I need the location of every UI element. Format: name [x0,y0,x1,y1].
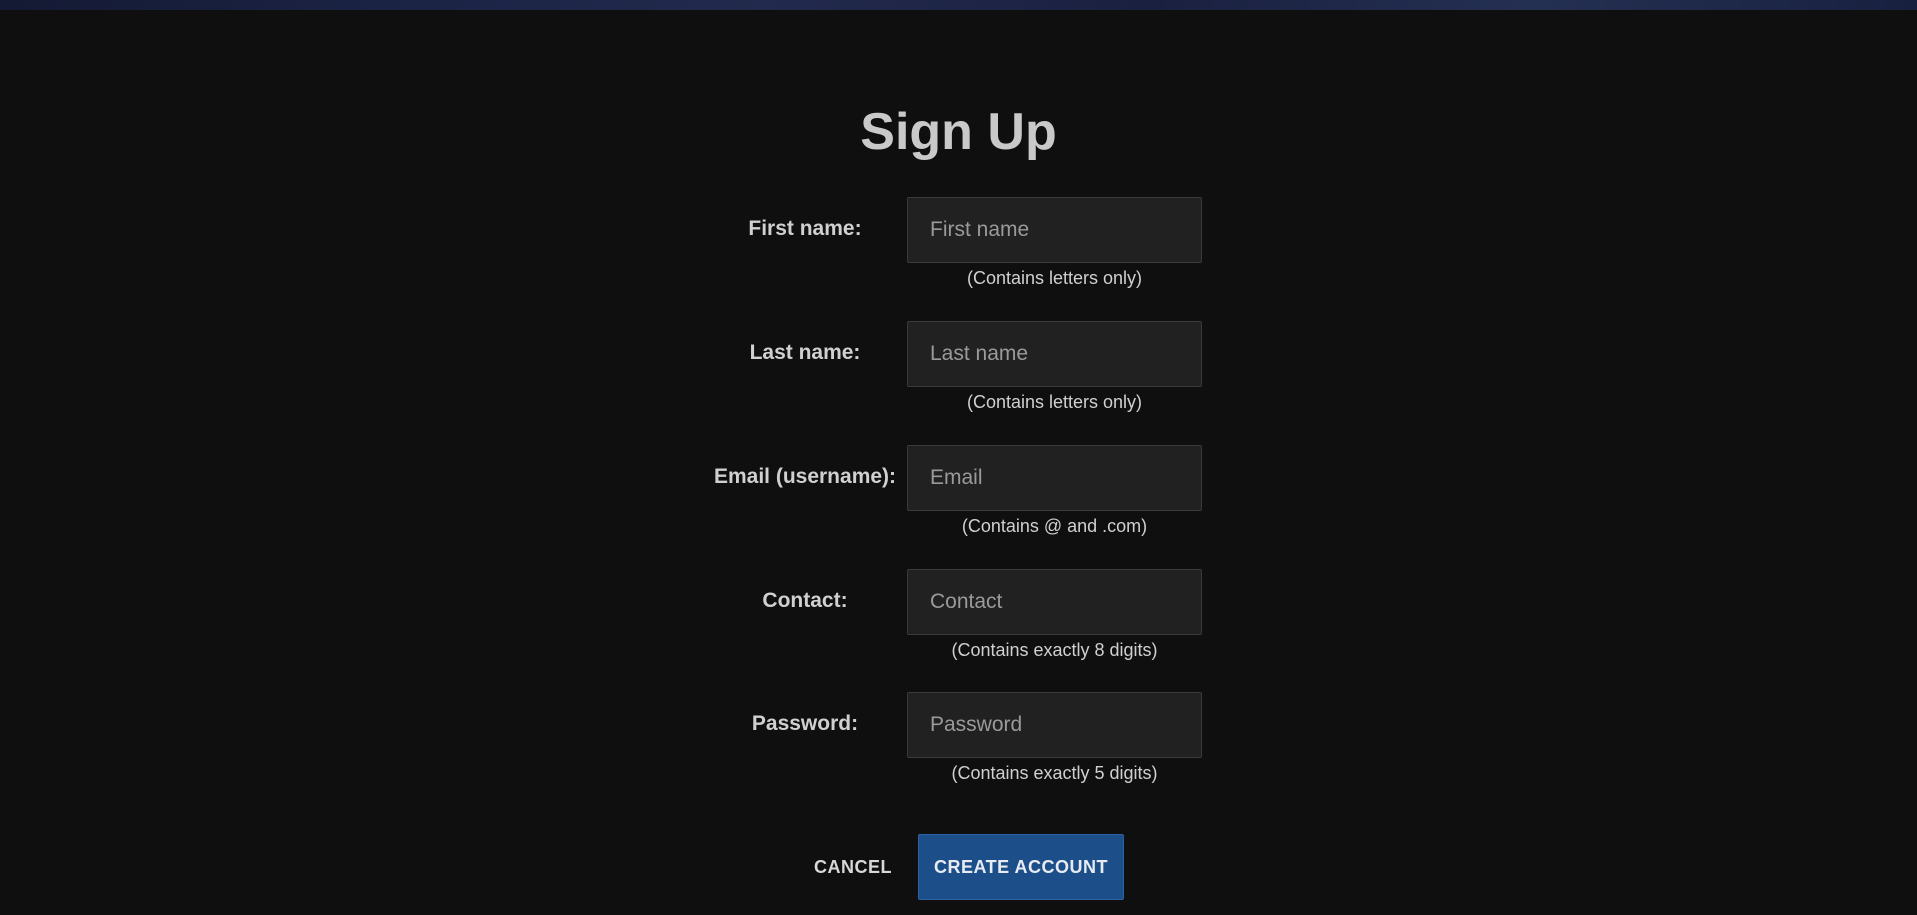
page-title: Sign Up [860,103,1057,161]
password-label: Password: [751,712,859,735]
first-name-label: First name: [748,217,862,240]
contact-label: Contact: [762,589,848,612]
first-name-input[interactable] [907,197,1202,263]
contact-row: Contact: (Contains exactly 8 digits) [0,559,1917,684]
password-hint: (Contains exactly 5 digits) [951,763,1158,783]
first-name-hint: (Contains letters only) [966,268,1143,288]
first-name-row: First name: (Contains letters only) [0,187,1917,312]
contact-hint: (Contains exactly 8 digits) [951,640,1158,660]
background-image-strip [0,0,1917,10]
password-row: Password: (Contains exactly 5 digits) [0,682,1917,807]
last-name-label: Last name: [749,341,861,364]
cancel-button[interactable]: CANCEL [798,834,908,900]
email-row: Email (username): (Contains @ and .com) [0,435,1917,560]
last-name-input[interactable] [907,321,1202,387]
last-name-row: Last name: (Contains letters only) [0,311,1917,436]
email-hint: (Contains @ and .com) [961,516,1148,536]
contact-input[interactable] [907,569,1202,635]
last-name-hint: (Contains letters only) [966,392,1143,412]
signup-page: Sign Up First name: (Contains letters on… [0,10,1917,915]
password-input[interactable] [907,692,1202,758]
email-input[interactable] [907,445,1202,511]
email-label: Email (username): [713,465,897,488]
create-account-button[interactable]: CREATE ACCOUNT [918,834,1124,900]
